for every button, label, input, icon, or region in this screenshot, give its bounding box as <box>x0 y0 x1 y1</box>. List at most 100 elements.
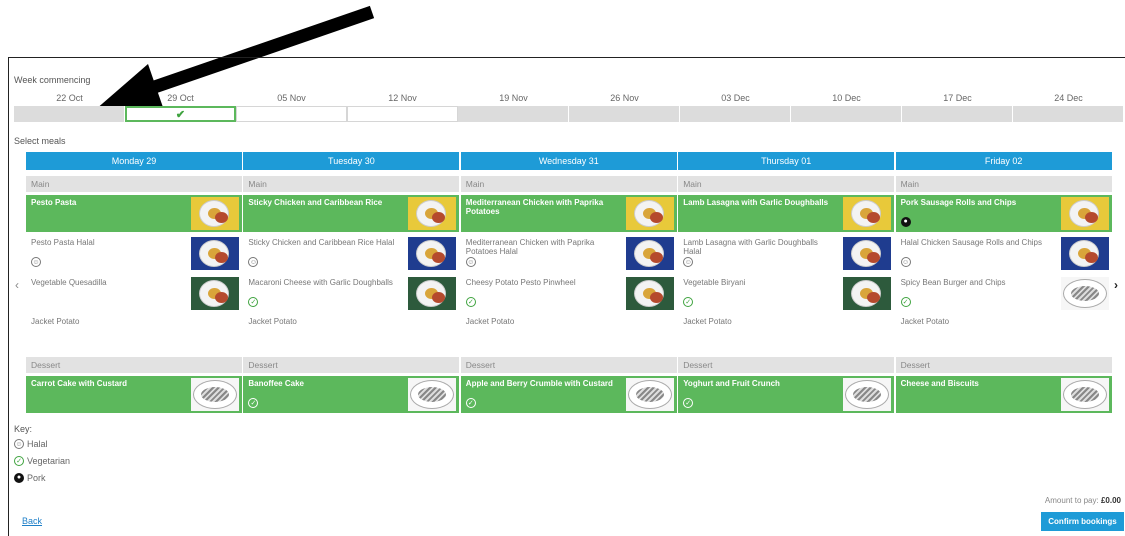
week-commencing-label: Week commencing <box>14 75 91 85</box>
meal-name: Banoffee Cake <box>248 379 304 388</box>
window-frame-left <box>8 57 9 536</box>
week-date-label: 17 Dec <box>943 93 972 103</box>
vegetarian-icon: ✓ <box>683 398 694 408</box>
meal-option[interactable]: Vegetable Biryani ✓ <box>678 275 894 312</box>
meal-option[interactable]: Spicy Bean Burger and Chips ✓ <box>896 275 1112 312</box>
meal-photo <box>843 378 892 411</box>
meal-name: Vegetable Biryani <box>683 278 746 287</box>
week-date-label: 19 Nov <box>499 93 528 103</box>
week-cell <box>791 106 902 122</box>
day-header: Wednesday 31 <box>460 152 677 170</box>
dessert-section-label: Dessert <box>243 357 460 373</box>
meal-photo <box>191 197 239 230</box>
pork-icon: ● <box>900 217 911 227</box>
meal-photo <box>625 197 674 230</box>
meal-name: Macaroni Cheese with Garlic Doughballs <box>248 278 393 287</box>
week-date-label: 12 Nov <box>388 93 417 103</box>
meal-name: Sticky Chicken and Caribbean Rice <box>248 198 383 207</box>
amount-to-pay: Amount to pay: £0.00 <box>1045 496 1121 505</box>
meal-photo <box>1060 378 1109 411</box>
prev-week-chevron-icon[interactable]: ‹ <box>15 278 19 292</box>
meal-grid: Monday 29 Main Pesto Pasta Pesto Pasta Hala… <box>26 152 1113 416</box>
meal-option[interactable]: Jacket Potato <box>26 314 242 351</box>
week-date-label: 24 Dec <box>1054 93 1083 103</box>
week-selector: ✔ <box>14 106 1124 122</box>
meal-photo <box>843 197 892 230</box>
meal-photo <box>408 237 457 270</box>
meal-option[interactable]: Lamb Lasagna with Garlic Doughballs Hala… <box>678 235 894 272</box>
meal-name: Pesto Pasta Halal <box>31 238 95 247</box>
meal-name: Cheesy Potato Pesto Pinwheel <box>465 278 576 287</box>
week-cell[interactable] <box>347 106 458 122</box>
pork-icon: ● <box>14 473 24 483</box>
dessert-section-label: Dessert <box>895 357 1112 373</box>
meal-option[interactable]: Cheesy Potato Pesto Pinwheel ✓ <box>461 275 677 312</box>
meal-option[interactable]: Pesto Pasta Halal ☺ <box>26 235 242 272</box>
dessert-section-label: Dessert <box>678 357 895 373</box>
meal-option-selected[interactable]: Cheese and Biscuits <box>895 376 1112 413</box>
main-section-label: Main <box>26 176 242 192</box>
meal-photo <box>191 237 239 270</box>
week-date-label: 05 Nov <box>277 93 306 103</box>
meal-option-selected[interactable]: Sticky Chicken and Caribbean Rice <box>243 195 460 232</box>
day-header: Monday 29 <box>26 152 242 170</box>
meal-name: Vegetable Quesadilla <box>31 278 107 287</box>
main-section-label: Main <box>243 176 460 192</box>
meal-photo <box>843 277 892 310</box>
halal-icon: ☺ <box>14 439 24 449</box>
week-date-label: 03 Dec <box>721 93 750 103</box>
meal-option-selected[interactable]: Banoffee Cake ✓ <box>243 376 460 413</box>
week-cell <box>569 106 680 122</box>
day-column: Monday 29 Main Pesto Pasta Pesto Pasta Hala… <box>26 152 243 416</box>
week-date-label: 22 Oct <box>56 93 83 103</box>
week-date-label: 26 Nov <box>610 93 639 103</box>
window-frame-top <box>8 57 1125 58</box>
meal-option-selected[interactable]: Mediterranean Chicken with Paprika Potat… <box>460 195 677 232</box>
meal-name: Sticky Chicken and Caribbean Rice Halal <box>248 238 395 247</box>
meal-photo <box>191 277 239 310</box>
meal-option[interactable]: Jacket Potato <box>678 314 894 351</box>
day-header: Friday 02 <box>895 152 1112 170</box>
week-cell[interactable]: ✔ <box>125 106 236 122</box>
meal-photo <box>625 237 674 270</box>
meal-option[interactable]: Jacket Potato <box>896 314 1112 351</box>
amount-label: Amount to pay: <box>1044 496 1099 505</box>
meal-option[interactable]: Mediterranean Chicken with Paprika Potat… <box>461 235 677 272</box>
meal-photo <box>408 378 457 411</box>
meal-option-selected[interactable]: Lamb Lasagna with Garlic Doughballs <box>678 195 895 232</box>
halal-icon: ☺ <box>465 257 476 267</box>
dessert-section-label: Dessert <box>460 357 677 373</box>
week-cell[interactable] <box>236 106 347 122</box>
meal-option[interactable]: Jacket Potato <box>243 314 459 351</box>
confirm-bookings-button[interactable]: Confirm bookings <box>1041 512 1124 531</box>
meal-name: Mediterranean Chicken with Paprika Potat… <box>465 198 604 216</box>
meal-name: Lamb Lasagna with Garlic Doughballs <box>683 198 829 207</box>
meal-option[interactable]: Sticky Chicken and Caribbean Rice Halal ☺ <box>243 235 459 272</box>
meal-name: Carrot Cake with Custard <box>31 379 128 388</box>
meal-option[interactable]: Vegetable Quesadilla <box>26 275 242 312</box>
meal-option[interactable]: Jacket Potato <box>461 314 677 351</box>
meal-option-selected[interactable]: Carrot Cake with Custard <box>26 376 242 413</box>
meal-name: Jacket Potato <box>248 317 297 326</box>
week-cell <box>680 106 791 122</box>
select-meals-label: Select meals <box>14 136 66 146</box>
meal-name: Pork Sausage Rolls and Chips <box>900 198 1017 207</box>
halal-icon: ☺ <box>683 257 694 267</box>
vegetarian-icon: ✓ <box>683 297 694 307</box>
day-column: Tuesday 30 Main Sticky Chicken and Caribbe… <box>243 152 461 416</box>
meal-photo <box>408 197 457 230</box>
meal-option[interactable]: Halal Chicken Sausage Rolls and Chips ☺ <box>896 235 1112 272</box>
next-week-chevron-icon[interactable]: › <box>1114 278 1118 292</box>
back-link[interactable]: Back <box>22 516 42 526</box>
meal-photo <box>1060 197 1109 230</box>
meal-option-selected[interactable]: Yoghurt and Fruit Crunch ✓ <box>678 376 895 413</box>
meal-option-selected[interactable]: Pork Sausage Rolls and Chips ● <box>895 195 1112 232</box>
vegetarian-icon: ✓ <box>248 297 259 307</box>
meal-option-selected[interactable]: Apple and Berry Crumble with Custard ✓ <box>460 376 677 413</box>
week-cell <box>902 106 1013 122</box>
key-label: Halal <box>27 439 48 449</box>
key-title: Key: <box>14 424 33 434</box>
meal-option-selected[interactable]: Pesto Pasta <box>26 195 242 232</box>
dessert-section-label: Dessert <box>26 357 242 373</box>
meal-option[interactable]: Macaroni Cheese with Garlic Doughballs ✓ <box>243 275 459 312</box>
